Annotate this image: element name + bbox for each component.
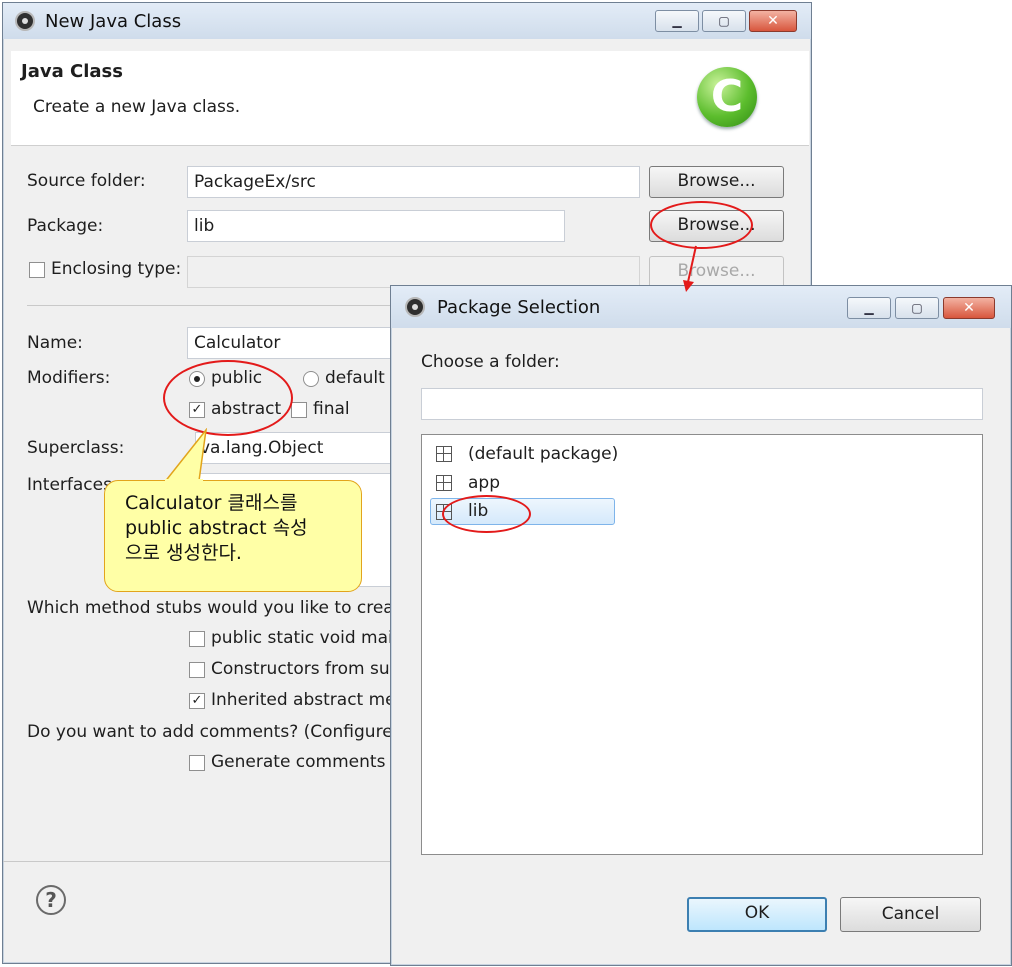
stub-constructors-label: Constructors from sup (211, 659, 401, 679)
annotation-callout: Calculator 클래스를 public abstract 속성 으로 생성… (104, 480, 362, 592)
stub-constructors-checkbox[interactable] (189, 662, 205, 678)
help-icon[interactable]: ? (36, 885, 66, 915)
help-glyph: ? (45, 888, 57, 912)
package-window-title: Package Selection (437, 297, 601, 318)
callout-joint (165, 479, 203, 483)
annotation-arrow (683, 245, 697, 292)
minimize-button[interactable]: ▁ (655, 10, 699, 32)
name-label: Name: (27, 333, 83, 353)
package-app-icon (405, 297, 425, 317)
modifiers-label: Modifiers: (27, 368, 111, 388)
package-selection-dialog: Package Selection ▁ ▢ ✕ Choose a folder:… (390, 285, 1012, 966)
default-radio[interactable] (303, 371, 319, 387)
window-title: New Java Class (45, 11, 182, 32)
generate-comments-checkbox[interactable] (189, 755, 205, 771)
package-close-button[interactable]: ✕ (943, 297, 995, 319)
package-minimize-button[interactable]: ▁ (847, 297, 891, 319)
dialog-header: Java Class Create a new Java class. C (11, 51, 809, 146)
package-item-label: app (468, 473, 500, 493)
stub-inherited-label: Inherited abstract meth (211, 690, 414, 710)
generate-comments-label: Generate comments (211, 752, 386, 772)
enclosing-type-checkbox[interactable] (29, 262, 45, 278)
stub-main-label: public static void main (211, 628, 404, 648)
callout-line-1: Calculator 클래스를 (125, 492, 298, 514)
enclosing-type-label: Enclosing type: (51, 259, 182, 279)
final-checkbox[interactable] (291, 402, 307, 418)
stub-inherited-checkbox[interactable]: ✓ (189, 693, 205, 709)
package-item-label: (default package) (468, 444, 619, 464)
header-description: Create a new Java class. (33, 97, 241, 117)
source-folder-input[interactable]: PackageEx/src (187, 166, 640, 198)
close-button[interactable]: ✕ (749, 10, 797, 32)
java-class-logo-icon: C (697, 67, 757, 127)
title-bar[interactable]: New Java Class ▁ ▢ ✕ (3, 3, 811, 39)
cancel-button[interactable]: Cancel (840, 897, 981, 932)
ok-button[interactable]: OK (687, 897, 827, 932)
highlight-modifiers (163, 360, 293, 436)
package-icon (436, 446, 452, 462)
package-label: Package: (27, 216, 104, 236)
package-input[interactable]: lib (187, 210, 565, 242)
method-stubs-question: Which method stubs would you like to cre… (27, 598, 411, 618)
callout-line-3: 으로 생성한다. (125, 542, 242, 564)
choose-folder-label: Choose a folder: (421, 352, 560, 372)
highlight-lib-item (442, 495, 531, 533)
header-title: Java Class (21, 61, 123, 82)
source-folder-label: Source folder: (27, 171, 146, 191)
maximize-button[interactable]: ▢ (702, 10, 746, 32)
enclosing-type-input (187, 256, 640, 288)
package-filter-input[interactable] (421, 388, 983, 420)
callout-line-2: public abstract 속성 (125, 517, 308, 539)
package-maximize-button[interactable]: ▢ (895, 297, 939, 319)
eclipse-app-icon (15, 11, 35, 31)
list-item[interactable]: (default package) (432, 441, 732, 467)
stub-main-checkbox[interactable] (189, 631, 205, 647)
logo-letter: C (710, 71, 744, 122)
comments-question: Do you want to add comments? (Configure … (27, 722, 405, 742)
final-label: final (313, 399, 350, 419)
superclass-label: Superclass: (27, 438, 125, 458)
default-label: default (325, 368, 385, 388)
source-folder-browse-button[interactable]: Browse... (649, 166, 784, 198)
list-item[interactable]: app (432, 470, 732, 496)
package-icon (436, 475, 452, 491)
